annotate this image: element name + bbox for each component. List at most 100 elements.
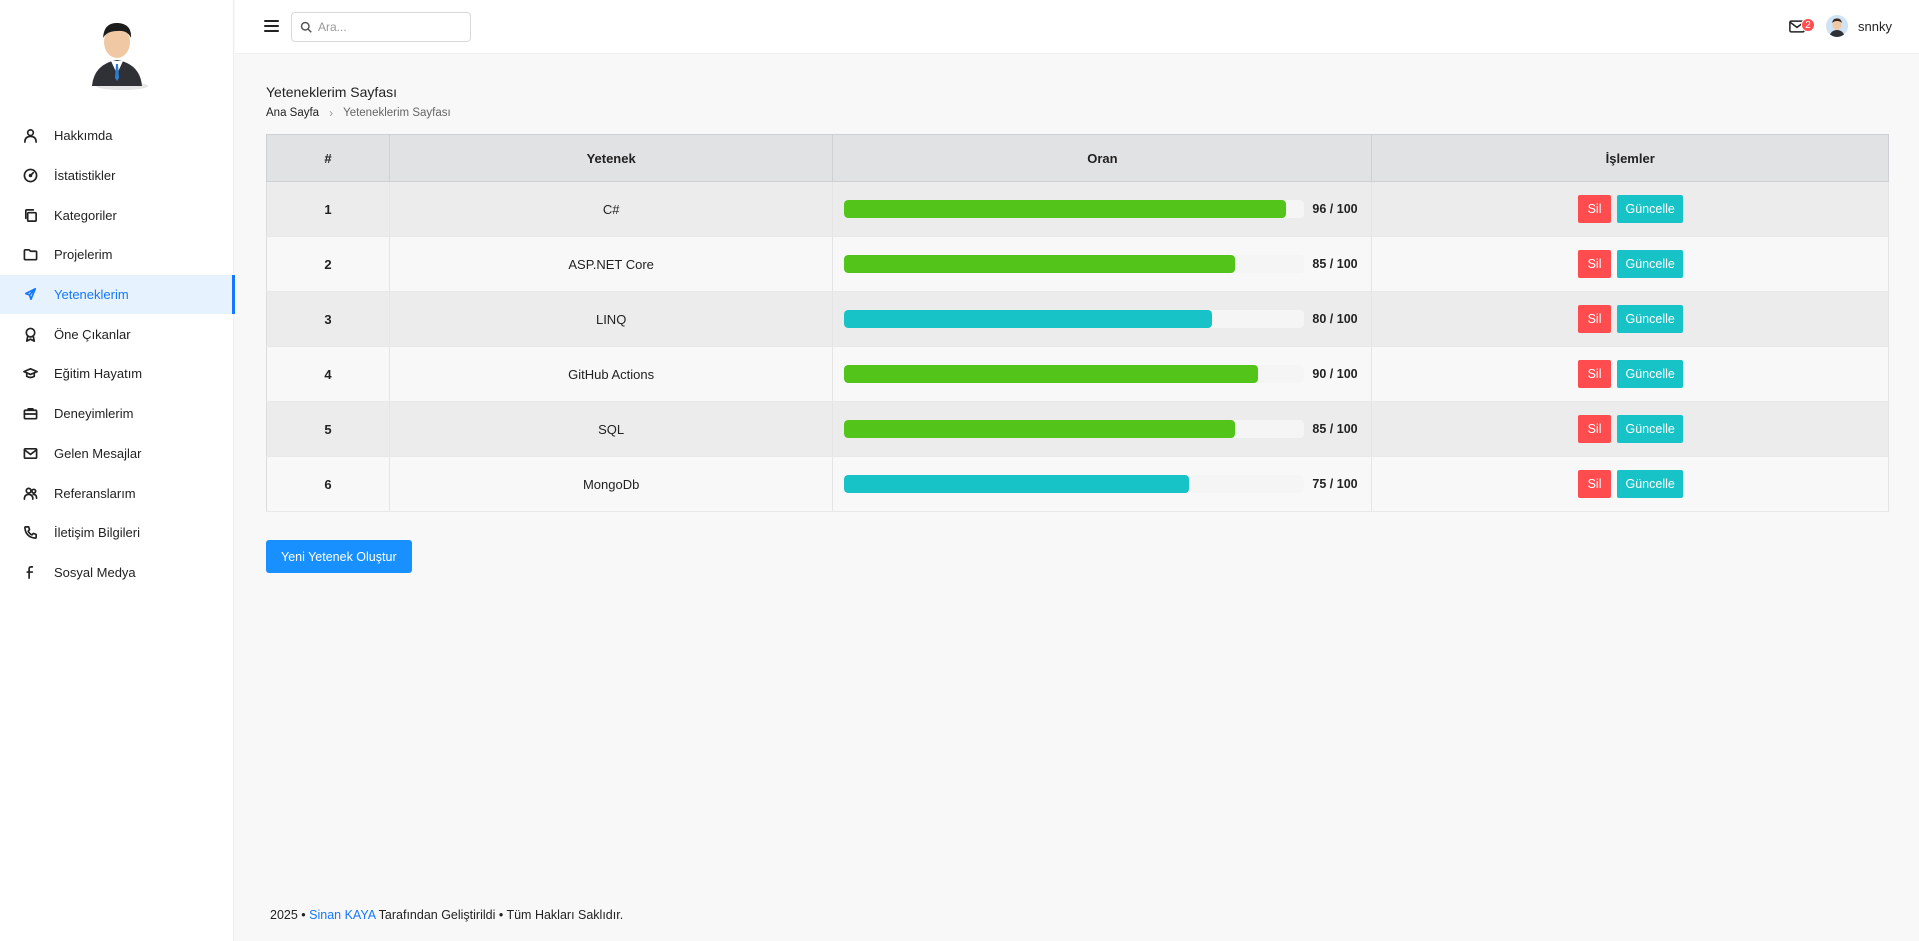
update-button[interactable]: Güncelle [1617,250,1683,278]
mail-icon [21,444,39,462]
copy-icon [21,206,39,224]
progress-fill [844,475,1190,493]
sidebar-item-0[interactable]: Hakkımda [0,116,234,156]
delete-button[interactable]: Sil [1577,360,1612,388]
sidebar-item-9[interactable]: Referanslarım [0,473,234,513]
breadcrumb-home[interactable]: Ana Sayfa [266,107,319,119]
menu-toggle-icon[interactable] [264,20,279,33]
row-rate: 85 / 100 [832,401,1373,457]
sidebar-item-label: İletişim Bilgileri [54,525,140,541]
row-rate: 85 / 100 [832,236,1373,292]
sidebar-item-7[interactable]: Deneyimlerim [0,394,234,434]
row-skill: SQL [389,401,834,457]
top-header: 2 snnky [235,0,1919,54]
folder-icon [21,246,39,264]
sidebar-item-label: Deneyimlerim [54,406,134,422]
sidebar-item-label: Eğitim Hayatım [54,366,143,382]
sidebar-item-3[interactable]: Projelerim [0,235,234,275]
delete-button[interactable]: Sil [1577,470,1612,498]
row-skill: ASP.NET Core [389,236,834,292]
messages-button[interactable]: 2 [1787,16,1816,36]
trophy-icon [21,325,39,343]
briefcase-icon [21,405,39,423]
progress-fill [844,200,1287,218]
progress-fill [844,365,1259,383]
row-skill: C# [389,181,834,237]
rate-text: 75 / 100 [1312,477,1358,491]
send-icon [21,286,39,304]
row-rate: 80 / 100 [832,291,1373,347]
row-rate: 90 / 100 [832,346,1373,402]
avatar[interactable] [1826,15,1849,37]
sidebar-item-5[interactable]: Öne Çıkanlar [0,314,234,354]
delete-button[interactable]: Sil [1577,195,1612,223]
sidebar-nav: Hakkımda İstatistikler Kategoriler Projeler… [0,116,235,593]
sidebar-item-label: Yeteneklerim [54,287,129,303]
team-icon [21,484,39,502]
row-skill: GitHub Actions [389,346,834,402]
sidebar-item-10[interactable]: İletişim Bilgileri [0,513,234,553]
table-row: 1 C# 96 / 100 Sil Güncelle [266,181,1889,237]
search-icon [300,21,312,33]
breadcrumb-current: Yeteneklerim Sayfası [343,107,451,119]
header-num: # [266,134,390,182]
sidebar-item-8[interactable]: Gelen Mesajlar [0,434,234,474]
mail-count-badge: 2 [1801,18,1816,32]
sidebar-item-1[interactable]: İstatistikler [0,156,234,196]
new-skill-button[interactable]: Yeni Yetenek Oluştur [266,540,412,573]
update-button[interactable]: Güncelle [1617,360,1683,388]
row-ops: Sil Güncelle [1371,401,1889,457]
row-rate: 96 / 100 [832,181,1373,237]
row-num: 5 [266,401,390,457]
update-button[interactable]: Güncelle [1617,470,1683,498]
row-num: 3 [266,291,390,347]
update-button[interactable]: Güncelle [1617,415,1683,443]
delete-button[interactable]: Sil [1577,305,1612,333]
phone-icon [21,524,39,542]
sidebar-item-label: Hakkımda [54,128,113,144]
progress-fill [844,420,1236,438]
progress-track [844,255,1305,273]
update-button[interactable]: Güncelle [1617,195,1683,223]
table-row: 3 LINQ 80 / 100 Sil Güncelle [266,291,1889,347]
rate-text: 90 / 100 [1312,367,1358,381]
header-ops: İşlemler [1371,134,1889,182]
sidebar-item-2[interactable]: Kategoriler [0,195,234,235]
profile-logo [84,14,150,90]
sidebar-item-label: İstatistikler [54,168,116,184]
sidebar-item-label: Gelen Mesajlar [54,445,142,461]
username[interactable]: snnky [1858,19,1892,34]
row-ops: Sil Güncelle [1371,236,1889,292]
footer: 2025 • Sinan KAYA Tarafından Geliştirild… [270,908,623,922]
sidebar-item-6[interactable]: Eğitim Hayatım [0,354,234,394]
rate-text: 85 / 100 [1312,257,1358,271]
search-input[interactable] [318,20,468,34]
graduation-cap-icon [21,365,39,383]
sidebar-item-4[interactable]: Yeteneklerim [0,274,235,315]
update-button[interactable]: Güncelle [1617,305,1683,333]
progress-fill [844,310,1213,328]
row-num: 1 [266,181,390,237]
row-ops: Sil Güncelle [1371,181,1889,237]
rate-text: 96 / 100 [1312,202,1358,216]
sidebar-item-label: Projelerim [54,247,113,263]
rate-text: 80 / 100 [1312,312,1358,326]
page-title: Yeteneklerim Sayfası [266,84,397,100]
header-rate: Oran [832,134,1373,182]
table-row: 4 GitHub Actions 90 / 100 Sil Güncelle [266,346,1889,402]
delete-button[interactable]: Sil [1577,415,1612,443]
footer-author-link[interactable]: Sinan KAYA [309,908,375,922]
facebook-icon [21,563,39,581]
progress-fill [844,255,1236,273]
delete-button[interactable]: Sil [1577,250,1612,278]
sidebar-item-label: Kategoriler [54,207,117,223]
table-header-row: # Yetenek Oran İşlemler [266,134,1889,182]
search-box[interactable] [291,12,471,42]
sidebar-item-label: Referanslarım [54,485,136,501]
progress-track [844,200,1305,218]
skills-table: # Yetenek Oran İşlemler 1 C# 96 / 100 Sil Gü… [266,134,1889,512]
sidebar: Hakkımda İstatistikler Kategoriler Projeler… [0,0,235,941]
progress-track [844,475,1305,493]
sidebar-item-11[interactable]: Sosyal Medya [0,553,234,593]
chevron-right-icon: › [329,106,334,120]
